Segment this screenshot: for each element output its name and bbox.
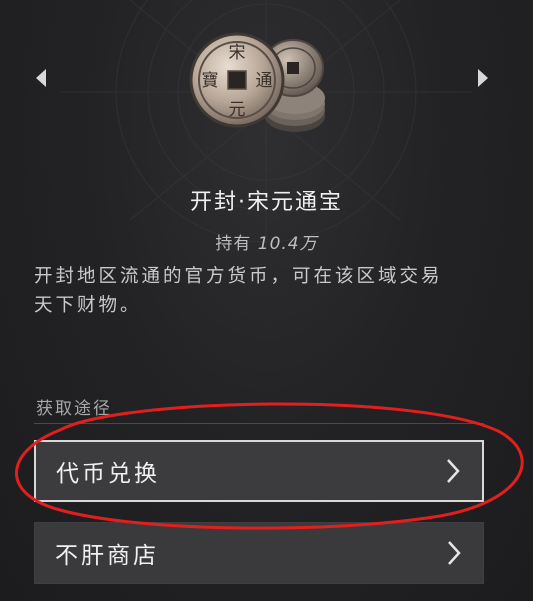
triangle-left-icon <box>36 69 46 87</box>
item-title: 开封·宋元通宝 <box>190 190 343 215</box>
shop-button[interactable]: 不肝商店 <box>34 522 484 584</box>
coin-image: 宋 通 元 寶 <box>187 24 337 136</box>
chevron-right-icon <box>447 459 460 483</box>
previous-item-button[interactable] <box>30 66 54 90</box>
description-line-2: 天下财物。 <box>34 295 142 316</box>
token-exchange-label: 代币兑换 <box>56 461 160 487</box>
description-line-1: 开封地区流通的官方货币，可在该区域交易 <box>34 266 443 287</box>
coin-char-left: 寶 <box>202 70 219 91</box>
acquire-section-label: 获取途径 <box>36 399 112 419</box>
coin-char-bottom: 元 <box>229 100 246 120</box>
token-exchange-button[interactable]: 代币兑换 <box>34 440 484 502</box>
chevron-right-icon <box>448 541 461 565</box>
holding-prefix: 持有 <box>215 234 252 254</box>
section-divider <box>34 423 484 424</box>
holding-count: 持有 10.4万 <box>0 229 533 254</box>
triangle-right-icon <box>478 69 488 87</box>
shop-label: 不肝商店 <box>55 543 159 569</box>
coin-char-top: 宋 <box>229 43 246 63</box>
holding-value: 10.4万 <box>257 234 318 254</box>
coin-char-right: 通 <box>256 71 273 91</box>
item-description: 开封地区流通的官方货币，可在该区域交易 天下财物。 <box>34 262 504 320</box>
next-item-button[interactable] <box>470 66 494 90</box>
